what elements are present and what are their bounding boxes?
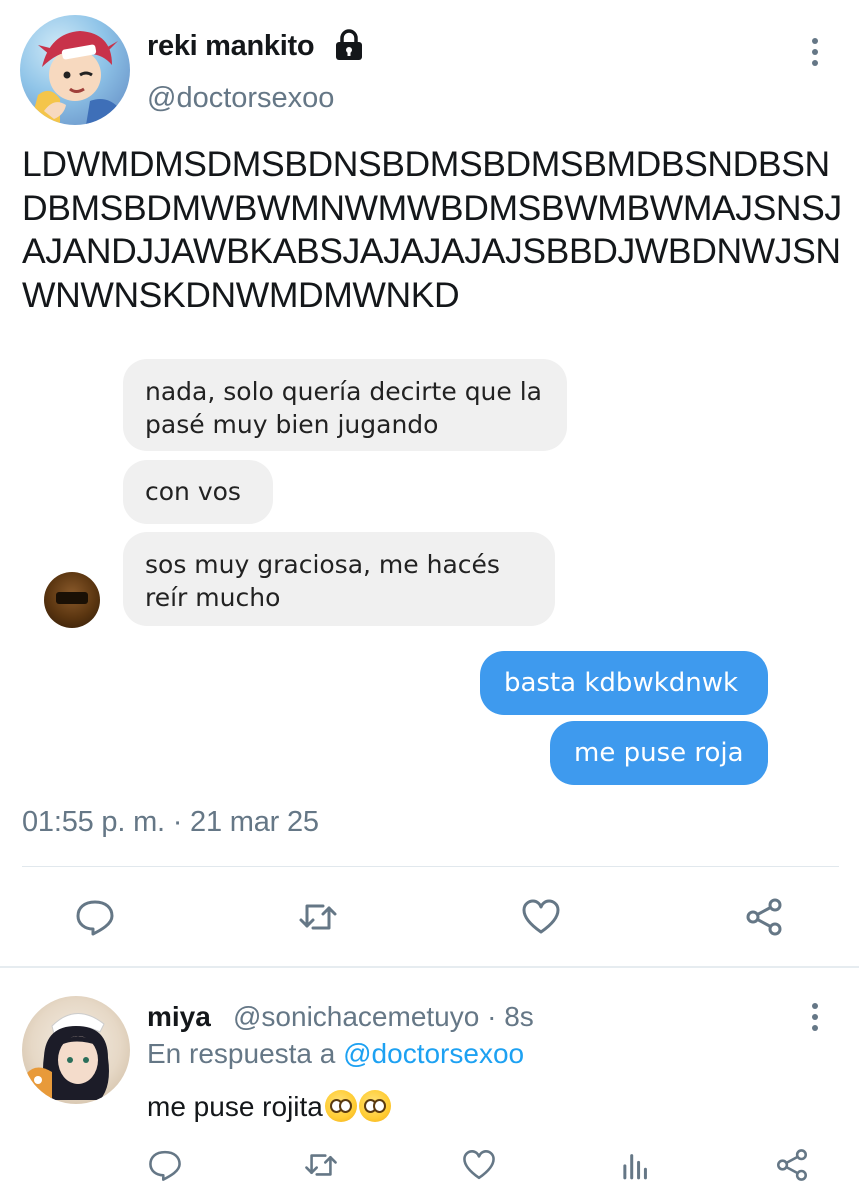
chat-contact-avatar bbox=[44, 572, 100, 628]
tweet-text: LDWMDMSDMSBDNSBDMSBDMSBMDBSNDBSNDBMSBDMW… bbox=[22, 144, 842, 315]
lock-icon bbox=[332, 28, 366, 62]
chat-bubble-incoming: nada, solo quería decirte que la pasé mu… bbox=[123, 359, 567, 451]
author-display-name[interactable]: reki mankito bbox=[147, 30, 315, 63]
reply-more-options-icon[interactable] bbox=[808, 1003, 822, 1037]
reply-text: me puse rojita bbox=[147, 1090, 391, 1123]
author-handle[interactable]: @doctorsexoo bbox=[147, 82, 334, 115]
divider bbox=[0, 966, 859, 968]
anime-avatar-icon bbox=[30, 31, 120, 125]
divider bbox=[22, 866, 839, 867]
chat-bubble-outgoing: me puse roja bbox=[550, 721, 768, 785]
reply-handle-time[interactable]: @sonichacemetuyo · 8s bbox=[233, 1001, 534, 1033]
share-icon[interactable] bbox=[774, 1147, 810, 1183]
pleading-face-emoji-icon bbox=[324, 1090, 357, 1122]
chat-bubble-incoming: con vos bbox=[123, 460, 273, 524]
chat-bubble-outgoing: basta kdbwkdnwk bbox=[480, 651, 768, 715]
author-avatar[interactable] bbox=[20, 15, 130, 125]
share-icon[interactable] bbox=[743, 896, 785, 938]
retweet-icon[interactable] bbox=[303, 1147, 339, 1183]
reply-text-content: me puse rojita bbox=[147, 1091, 323, 1122]
reply-icon[interactable] bbox=[74, 896, 116, 938]
like-icon[interactable] bbox=[461, 1147, 497, 1183]
reply-author-avatar[interactable] bbox=[22, 996, 130, 1104]
reply-display-name[interactable]: miya bbox=[147, 1001, 211, 1033]
reply-prefix: En respuesta a bbox=[147, 1038, 336, 1069]
chat-bubble-incoming: sos muy graciosa, me hacés reír mucho bbox=[123, 532, 555, 626]
reply-icon[interactable] bbox=[147, 1147, 183, 1183]
retweet-icon[interactable] bbox=[297, 896, 339, 938]
anime-avatar-icon bbox=[22, 1013, 109, 1104]
more-options-icon[interactable] bbox=[808, 38, 822, 72]
pleading-face-emoji-icon bbox=[358, 1090, 391, 1122]
like-icon[interactable] bbox=[520, 896, 562, 938]
tweet-timestamp[interactable]: 01:55 p. m. · 21 mar 25 bbox=[22, 806, 319, 839]
reply-context: En respuesta a @doctorsexoo bbox=[147, 1038, 524, 1070]
analytics-icon[interactable] bbox=[618, 1147, 654, 1183]
reply-mention-link[interactable]: @doctorsexoo bbox=[343, 1038, 524, 1069]
